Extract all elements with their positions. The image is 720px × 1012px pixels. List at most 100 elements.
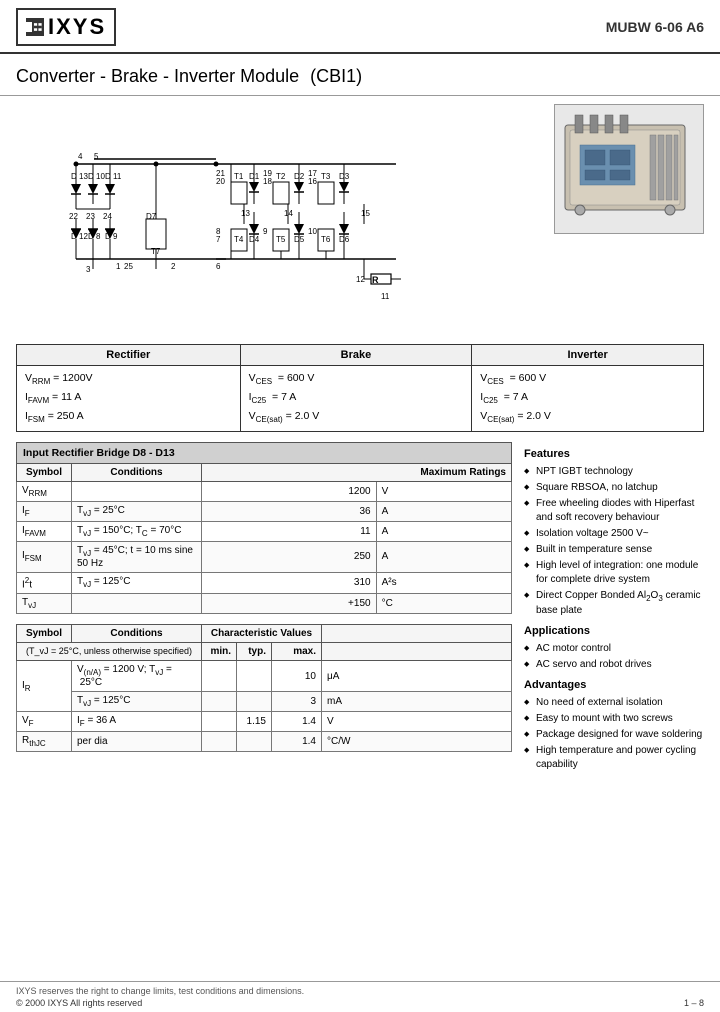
char-values-header: Characteristic Values [202, 625, 322, 643]
conditions-cell: TvJ = 125°C [72, 692, 202, 712]
svg-text:9: 9 [263, 227, 268, 236]
svg-text:T5: T5 [276, 235, 286, 244]
symbol-cell: IR [17, 661, 72, 712]
data-features: Input Rectifier Bridge D8 - D13 Symbol C… [16, 442, 704, 773]
advantages-title: Advantages [524, 679, 704, 691]
symbol-cell: VF [17, 712, 72, 732]
value-cell: +150 [202, 594, 377, 614]
page-number: 1 – 8 [684, 998, 704, 1008]
typ-cell [237, 661, 272, 692]
svg-text:D 11: D 11 [105, 172, 122, 181]
char-unit-header [322, 625, 512, 643]
col-symbol-header: Symbol [17, 463, 72, 481]
conditions-cell: TvJ = 45°C; t = 10 ms sine 50 Hz [72, 541, 202, 572]
svg-text:11: 11 [381, 292, 390, 301]
svg-text:T2: T2 [276, 172, 286, 181]
svg-text:25: 25 [124, 262, 133, 271]
conditions-cell: V(n/A) = 1200 V; TvJ = 25°C [72, 661, 202, 692]
col-conditions-header: Conditions [72, 463, 202, 481]
unit-cell: A [376, 501, 511, 521]
table-row: IFAVM TvJ = 150°C; TC = 70°C 11 A [17, 521, 512, 541]
min-cell [202, 692, 237, 712]
list-item: Isolation voltage 2500 V~ [524, 526, 704, 542]
unit-cell: V [322, 712, 512, 732]
typ-cell: 1.15 [237, 712, 272, 732]
svg-text:D7: D7 [146, 212, 157, 221]
footer-legal: IXYS reserves the right to change limits… [16, 986, 704, 996]
conditions-cell [72, 594, 202, 614]
list-item: No need of external isolation [524, 695, 704, 711]
char-values-table: Symbol Conditions Characteristic Values … [16, 624, 512, 752]
features-list: NPT IGBT technology Square RBSOA, no lat… [524, 464, 704, 619]
title-sub: (CBI1) [310, 66, 362, 86]
svg-text:T1: T1 [234, 172, 244, 181]
list-item: NPT IGBT technology [524, 464, 704, 480]
symbol-cell: IFSM [17, 541, 72, 572]
inverter-specs: VCES = 600 V IC25 = 7 A VCE(sat) = 2.0 V [472, 366, 704, 432]
svg-text:D 10: D 10 [88, 172, 105, 181]
part-number: MUBW 6-06 A6 [606, 19, 704, 35]
module-image [554, 104, 704, 234]
svg-text:4: 4 [78, 152, 83, 161]
copyright-text: © 2000 IXYS All rights reserved [16, 998, 142, 1008]
table-row: TvJ +150 °C [17, 594, 512, 614]
unit-cell: °C [376, 594, 511, 614]
unit-cell: mA [322, 692, 512, 712]
symbol-cell: I2t [17, 572, 72, 593]
max-cell: 10 [272, 661, 322, 692]
svg-text:24: 24 [103, 212, 112, 221]
list-item: Package designed for wave soldering [524, 727, 704, 743]
logo-text: IXYS [48, 14, 106, 40]
circuit-diagram: 4 5 D 10 D 13 D 11 [16, 104, 546, 332]
table-row: VRRM 1200 V [17, 481, 512, 501]
max-cell: 1.4 [272, 732, 322, 752]
page-footer: IXYS reserves the right to change limits… [0, 981, 720, 1012]
svg-text:R: R [372, 275, 379, 285]
unit-cell: A²s [376, 572, 511, 593]
list-item: High level of integration: one module fo… [524, 558, 704, 588]
circuit-area: 4 5 D 10 D 13 D 11 [16, 104, 704, 332]
footer-copyright: © 2000 IXYS All rights reserved 1 – 8 [16, 998, 704, 1008]
svg-text:T6: T6 [321, 235, 331, 244]
list-item: Easy to mount with two screws [524, 711, 704, 727]
table-row: I2t TvJ = 125°C 310 A²s [17, 572, 512, 593]
title-main: Converter - Brake - Inverter Module [16, 66, 299, 86]
svg-text:2: 2 [171, 262, 176, 271]
page-title: Converter - Brake - Inverter Module (CBI… [16, 66, 704, 87]
col-max-ratings-header: Maximum Ratings [202, 463, 512, 481]
list-item: Free wheeling diodes with Hiperfast and … [524, 496, 704, 526]
unit-cell: °C/W [322, 732, 512, 752]
features-section: Features NPT IGBT technology Square RBSO… [524, 442, 704, 773]
symbol-cell: VRRM [17, 481, 72, 501]
svg-text:3: 3 [86, 265, 91, 274]
list-item: AC motor control [524, 641, 704, 657]
min-cell [202, 712, 237, 732]
rectifier-specs: VRRM = 1200V IFAVM = 11 A IFSM = 250 A [17, 366, 241, 432]
brake-header: Brake [240, 345, 472, 366]
tables-section: Input Rectifier Bridge D8 - D13 Symbol C… [16, 442, 512, 773]
svg-text:7: 7 [216, 235, 221, 244]
table-row: TvJ = 125°C 3 mA [17, 692, 512, 712]
svg-text:22: 22 [69, 212, 78, 221]
svg-text:10: 10 [308, 227, 317, 236]
typ-header: typ. [237, 643, 272, 661]
symbol-cell: RthJC [17, 732, 72, 752]
conditions-cell: per dia [72, 732, 202, 752]
table-row: VF IF = 36 A 1.15 1.4 V [17, 712, 512, 732]
conditions-cell: TvJ = 125°C [72, 572, 202, 593]
specs-overview-table: Rectifier Brake Inverter VRRM = 1200V IF… [16, 344, 704, 432]
applications-list: AC motor control AC servo and robot driv… [524, 641, 704, 673]
logo-container: IXYS [16, 8, 116, 46]
conditions-cell: IF = 36 A [72, 712, 202, 732]
brake-specs: VCES = 600 V IC25 = 7 A VCE(sat) = 2.0 V [240, 366, 472, 432]
unit-header-empty [322, 643, 512, 661]
conditions-cell: TvJ = 25°C [72, 501, 202, 521]
conditions-cell: TvJ = 150°C; TC = 70°C [72, 521, 202, 541]
min-cell [202, 661, 237, 692]
char-col-symbol: Symbol [17, 625, 72, 643]
max-header: max. [272, 643, 322, 661]
max-cell: 1.4 [272, 712, 322, 732]
features-title: Features [524, 448, 704, 460]
symbol-cell: TvJ [17, 594, 72, 614]
unit-cell: μA [322, 661, 512, 692]
